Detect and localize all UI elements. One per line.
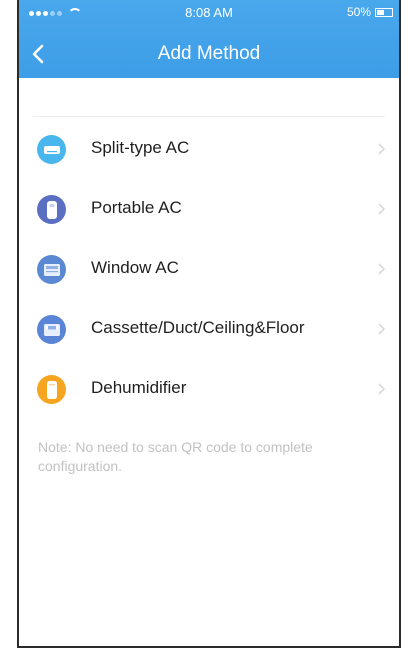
method-item-window-ac[interactable]: Window AC [19, 238, 399, 298]
chevron-right-icon [378, 323, 386, 335]
dehumidifier-icon [37, 375, 66, 404]
battery-icon [375, 7, 393, 17]
method-label: Cassette/Duct/Ceiling&Floor [91, 318, 305, 337]
cassette-ac-icon [37, 315, 66, 344]
method-label: Window AC [91, 258, 179, 277]
header-bar: 8:08 AM 50% Add Method [19, 0, 399, 78]
method-item-dehumidifier[interactable]: Dehumidifier [19, 358, 399, 418]
method-item-portable-ac[interactable]: Portable AC [19, 178, 399, 238]
page-title: Add Method [157, 43, 261, 64]
chevron-right-icon [378, 383, 386, 395]
method-item-cassette-duct-ceiling-floor[interactable]: Cassette/Duct/Ceiling&Floor [19, 298, 399, 358]
configuration-note: Note: No need to scan QR code to complet… [38, 439, 313, 474]
method-item-split-type-ac[interactable]: Split-type AC [19, 118, 399, 178]
navigation-row: Add Method [19, 34, 399, 74]
app-screen: 8:08 AM 50% Add Method Split-type AC Por… [17, 0, 401, 648]
window-ac-icon [37, 255, 66, 284]
status-time: 8:08 AM [185, 5, 233, 20]
portable-ac-icon [37, 195, 66, 224]
chevron-right-icon [378, 143, 386, 155]
status-bar: 8:08 AM 50% [19, 0, 399, 24]
battery-percentage: 50% [346, 5, 371, 19]
method-list: Split-type AC Portable AC Window AC Cass… [19, 118, 399, 418]
method-label: Split-type AC [91, 138, 190, 157]
chevron-right-icon [378, 263, 386, 275]
method-label: Dehumidifier [91, 378, 187, 397]
chevron-right-icon [378, 203, 386, 215]
method-label: Portable AC [91, 198, 182, 217]
split-ac-icon [37, 135, 66, 164]
list-divider [33, 116, 385, 117]
